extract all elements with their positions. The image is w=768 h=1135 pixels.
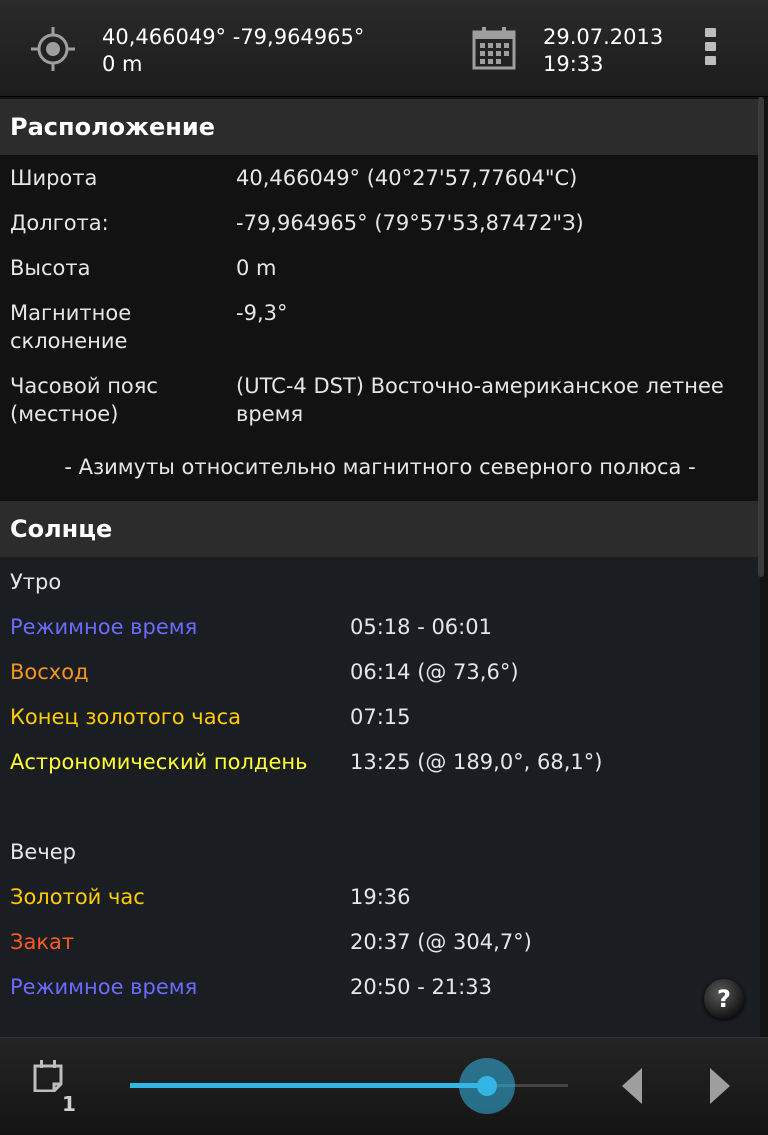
date-text: 29.07.2013 <box>543 25 664 49</box>
chevron-left-icon[interactable] <box>620 1066 644 1106</box>
sun-section-title: Солнце <box>0 501 760 557</box>
solar-noon-value: 13:25 (@ 189,0°, 68,1°) <box>350 750 603 774</box>
golden-hour-end-value: 07:15 <box>350 705 411 729</box>
sunrise-label: Восход <box>10 660 89 684</box>
time-slider-fill <box>130 1083 487 1088</box>
altitude-label: Высота <box>10 256 91 280</box>
longitude-label: Долгота: <box>10 211 109 235</box>
coordinates-text: 40,466049° -79,964965° <box>102 25 365 49</box>
location-section-title: Расположение <box>0 99 760 155</box>
altitude-text: 0 m <box>102 52 143 76</box>
datetime-readout[interactable]: 29.07.2013 19:33 <box>543 24 663 78</box>
golden-hour-end-label: Конец золотого часа <box>10 705 241 729</box>
timezone-label: Часовой пояс (местное) <box>10 374 158 426</box>
altitude-value: 0 m <box>236 256 277 280</box>
sunset-label: Закат <box>10 930 75 954</box>
evening-heading: Вечер <box>10 840 76 864</box>
day-count: 1 <box>62 1092 76 1116</box>
magnetic-declination-label: Магнитное склонение <box>10 301 132 353</box>
magnetic-declination-value: -9,3° <box>236 301 288 325</box>
golden-hour-value: 19:36 <box>350 885 411 909</box>
content-scroll[interactable]: Расположение Широта 40,466049° (40°27'57… <box>0 97 768 1037</box>
scrollbar[interactable] <box>758 97 764 577</box>
timezone-value: (UTC-4 DST) Восточно-американское летнее… <box>236 374 724 426</box>
solar-noon-label: Астрономический полдень <box>10 750 308 774</box>
top-bar: 40,466049° -79,964965° 0 m 29.07.2013 19… <box>0 0 768 97</box>
bottom-bar: 1 <box>0 1037 768 1135</box>
calendar-icon[interactable] <box>472 26 516 70</box>
sunset-value: 20:37 (@ 304,7°) <box>350 930 532 954</box>
time-text: 19:33 <box>543 52 604 76</box>
help-button[interactable]: ? <box>704 979 744 1019</box>
overflow-menu-icon[interactable] <box>705 28 719 70</box>
golden-hour-label: Золотой час <box>10 885 145 909</box>
gps-crosshair-icon[interactable] <box>30 26 76 72</box>
latitude-value: 40,466049° (40°27'57,77604"С) <box>236 166 578 190</box>
morning-blue-hour-label: Режимное время <box>10 615 198 639</box>
evening-blue-hour-label: Режимное время <box>10 975 198 999</box>
longitude-value: -79,964965° (79°57'53,87472"З) <box>236 211 584 235</box>
latitude-label: Широта <box>10 166 98 190</box>
location-readout[interactable]: 40,466049° -79,964965° 0 m <box>102 24 364 78</box>
morning-heading: Утро <box>10 570 62 594</box>
day-page-icon[interactable] <box>32 1058 64 1092</box>
chevron-right-icon[interactable] <box>708 1066 732 1106</box>
morning-blue-hour-value: 05:18 - 06:01 <box>350 615 492 639</box>
azimuth-note: - Азимуты относительно магнитного северн… <box>64 455 696 479</box>
time-slider-thumb[interactable] <box>476 1076 497 1096</box>
sunrise-value: 06:14 (@ 73,6°) <box>350 660 519 684</box>
evening-blue-hour-value: 20:50 - 21:33 <box>350 975 492 999</box>
